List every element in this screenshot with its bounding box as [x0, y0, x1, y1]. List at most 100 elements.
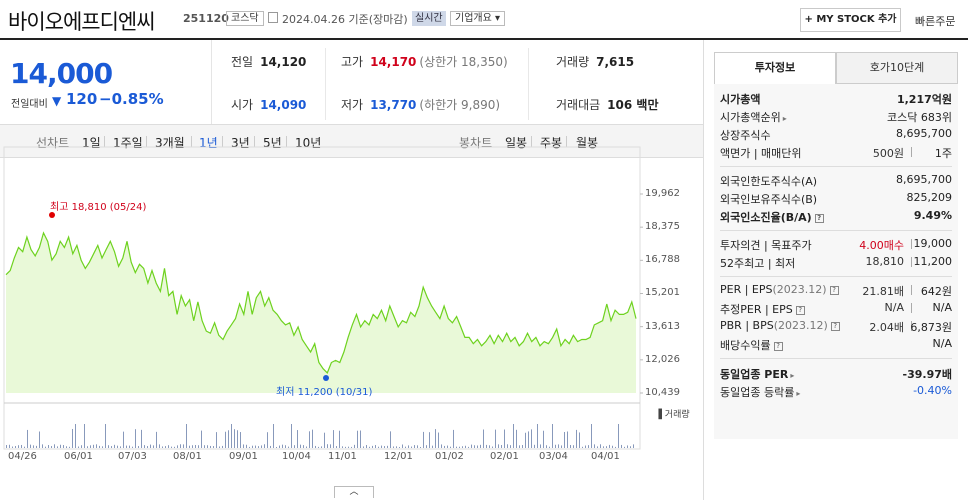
volume-bar — [507, 444, 508, 448]
volume-bar — [393, 446, 394, 448]
volume-bar — [315, 445, 316, 448]
price-box: 14,000 전일대비 ▼ 120 −0.85% — [0, 40, 212, 124]
x-tick: 07/03 — [118, 451, 147, 462]
volume-bar — [477, 445, 478, 448]
price-chart[interactable]: 19,962 18,375 16,788 15,201 13,613 12,02… — [0, 145, 703, 462]
info-icon[interactable]: ? — [773, 341, 783, 351]
volume-bar — [267, 432, 268, 448]
info-icon[interactable]: ? — [829, 285, 839, 295]
volume-bar — [213, 446, 214, 448]
volume-bar — [63, 445, 64, 448]
volume-bar — [225, 431, 226, 448]
volume-bar — [444, 445, 445, 448]
realtime-badge[interactable]: 실시간 — [412, 11, 446, 26]
x-tick: 06/01 — [64, 451, 93, 462]
volume-bar — [126, 445, 127, 448]
volume-bar — [351, 446, 352, 448]
volume-bar — [519, 445, 520, 448]
info-icon[interactable]: ? — [814, 213, 824, 223]
stat-volume: 거래량 7,615 — [556, 55, 635, 69]
x-tick: 04/01 — [591, 451, 620, 462]
volume-bar — [216, 432, 217, 448]
volume-bar — [480, 444, 481, 448]
volume-bar — [513, 424, 514, 448]
volume-bar — [264, 444, 265, 448]
volume-bar — [57, 446, 58, 448]
volume-bar — [309, 431, 310, 448]
volume-bar — [576, 429, 577, 448]
volume-bar — [405, 446, 406, 448]
volume-bar — [330, 444, 331, 448]
volume-bar — [426, 445, 427, 448]
volume-bar — [165, 446, 166, 448]
volume-bar — [345, 446, 346, 448]
volume-bar — [408, 445, 409, 448]
volume-bar — [609, 444, 610, 448]
volume-bar — [129, 445, 130, 448]
volume-bar — [303, 445, 304, 448]
info-icon[interactable]: ? — [830, 321, 840, 331]
volume-bar — [528, 431, 529, 448]
stat-amount: 거래대금 106 백만 — [556, 98, 659, 112]
volume-bar — [450, 446, 451, 448]
volume-bar — [90, 445, 91, 448]
volume-bar — [381, 445, 382, 448]
volume-bar — [186, 424, 187, 448]
volume-bar — [27, 429, 28, 448]
price-change: 120 — [66, 90, 98, 108]
volume-bar — [438, 432, 439, 448]
volume-bar — [435, 429, 436, 448]
volume-bar — [180, 444, 181, 448]
volume-bar — [396, 446, 397, 448]
header: 바이오에프디엔씨 251120 코스닥 2024.04.26 기준(장마감) 실… — [0, 0, 968, 40]
volume-bar — [189, 445, 190, 448]
volume-bar — [333, 430, 334, 448]
volume-bar — [531, 429, 532, 448]
row-par: 액면가 | 매매단위 500원 1주 — [720, 147, 952, 160]
company-overview-dropdown[interactable]: 기업개요 ▾ — [450, 11, 505, 26]
volume-bar — [291, 424, 292, 448]
volume-bar — [204, 445, 205, 448]
volume-bar — [321, 446, 322, 448]
volume-bar — [441, 444, 442, 448]
volume-bar — [432, 445, 433, 448]
volume-legend: ▐ 거래량 — [655, 410, 690, 420]
volume-bar — [108, 445, 109, 448]
price-area — [6, 232, 636, 393]
chart-collapse-toggle[interactable]: ︿ — [334, 486, 374, 498]
x-tick: 03/04 — [539, 451, 568, 462]
volume-bar — [627, 445, 628, 448]
stock-title: 바이오에프디엔씨 — [8, 10, 156, 34]
volume-bar — [168, 445, 169, 448]
tab-hoga[interactable]: 호가10단계 — [836, 52, 958, 84]
volume-bar — [390, 431, 391, 448]
volume-bar — [600, 444, 601, 448]
tab-invest-info[interactable]: 투자정보 — [714, 52, 836, 84]
volume-bar — [462, 446, 463, 448]
volume-bar — [96, 444, 97, 448]
volume-bar — [399, 446, 400, 448]
volume-bar — [318, 446, 319, 448]
add-mystock-button[interactable]: + MY STOCK 추가 — [800, 8, 901, 32]
row-foreign-limit: 외국인한도주식수(A) 8,695,700 — [720, 173, 952, 188]
volume-bar — [570, 444, 571, 448]
volume-bar — [486, 444, 487, 448]
volume-bar — [594, 444, 595, 448]
volume-bar — [384, 446, 385, 448]
x-tick: 11/01 — [328, 451, 357, 462]
volume-bar — [153, 445, 154, 448]
volume-bar — [459, 446, 460, 448]
volume-bar — [552, 424, 553, 448]
volume-bar — [36, 445, 37, 448]
volume-bar — [135, 429, 136, 448]
row-foreign-hold: 외국인보유주식수(B) 825,209 — [720, 191, 952, 206]
volume-bar — [33, 445, 34, 448]
y-tick: 16,788 — [645, 254, 680, 265]
quick-order-link[interactable]: 빠른주문 — [915, 13, 955, 29]
volume-bar — [336, 446, 337, 448]
volume-bar — [327, 444, 328, 448]
info-icon[interactable]: ? — [795, 305, 805, 315]
volume-bar — [633, 444, 634, 448]
volume-bar — [243, 444, 244, 448]
volume-bar — [615, 446, 616, 448]
